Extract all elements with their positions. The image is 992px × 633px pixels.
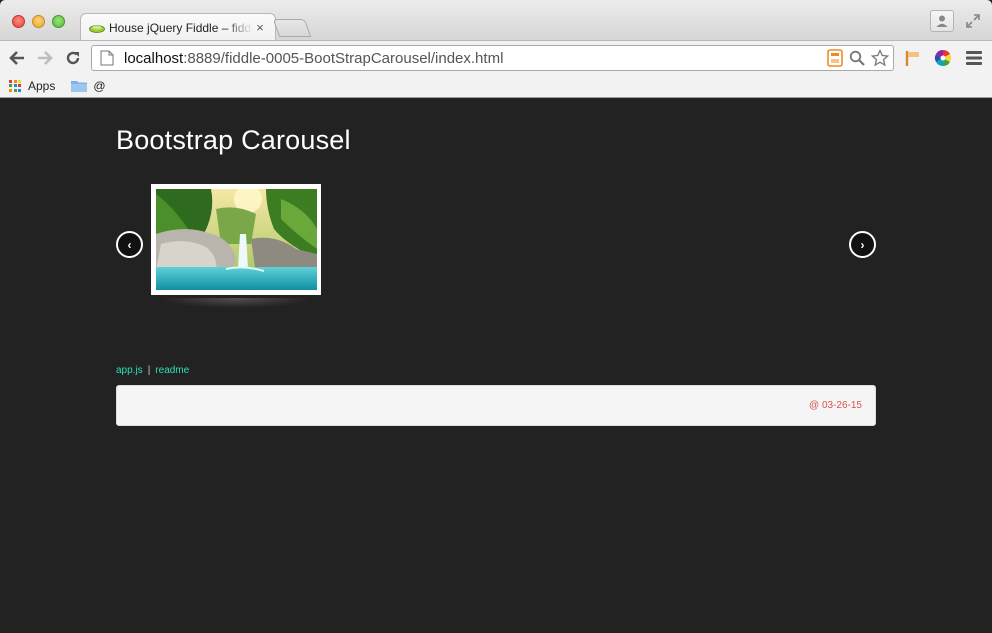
browser-toolbar: localhost:8889/fiddle-0005-BootStrapCaro…: [0, 40, 992, 74]
address-bar[interactable]: localhost:8889/fiddle-0005-BootStrapCaro…: [91, 45, 894, 71]
bookmark-apps-label: Apps: [28, 78, 56, 93]
bookmark-folder-label: @: [93, 78, 106, 93]
carousel-prev-button[interactable]: ‹: [116, 231, 143, 258]
search-icon[interactable]: [849, 50, 865, 66]
slide-shadow: [160, 298, 312, 308]
menu-hamburger-icon[interactable]: [963, 47, 985, 69]
carousel-next-button[interactable]: ›: [849, 231, 876, 258]
house-jquery-favicon-icon: [89, 20, 105, 36]
profile-button[interactable]: [930, 10, 954, 32]
bookmarks-bar: Apps @: [0, 74, 992, 98]
flag-extension-icon[interactable]: [902, 47, 924, 69]
back-arrow-icon[interactable]: [6, 47, 28, 69]
info-bar: @ 03-26-15: [116, 385, 876, 426]
fullscreen-icon[interactable]: [964, 12, 982, 30]
waterfall-photo: [156, 185, 317, 290]
readme-link[interactable]: readme: [155, 365, 189, 376]
file-links: app.js | readme: [116, 365, 189, 376]
new-tab-button[interactable]: [272, 19, 312, 37]
window-minimize-button[interactable]: [32, 15, 45, 28]
tab-close-icon[interactable]: ×: [253, 20, 267, 35]
tab-title: House jQuery Fiddle – fiddle-0005-BootSt…: [109, 20, 253, 35]
page-title: Bootstrap Carousel: [116, 125, 351, 155]
app-js-link[interactable]: app.js: [116, 365, 143, 376]
window-maximize-button[interactable]: [52, 15, 65, 28]
folder-icon: [71, 80, 88, 92]
bookmark-folder-at[interactable]: @: [71, 78, 106, 93]
browser-titlebar: House jQuery Fiddle – fiddle-0005-BootSt…: [0, 0, 992, 41]
window-close-button[interactable]: [12, 15, 25, 28]
link-separator: |: [147, 365, 151, 376]
footer-date: @ 03-26-15: [809, 400, 862, 411]
browser-tab[interactable]: House jQuery Fiddle – fiddle-0005-BootSt…: [80, 13, 276, 41]
url-path: :8889/fiddle-0005-BootStrapCarousel/inde…: [183, 49, 504, 67]
url-host: localhost: [124, 49, 184, 67]
forward-arrow-icon[interactable]: [34, 47, 56, 69]
apps-grid-icon: [9, 79, 21, 92]
person-icon: [936, 15, 948, 27]
color-wheel-extension-icon[interactable]: [932, 47, 954, 69]
reload-icon[interactable]: [62, 47, 84, 69]
calculator-extension-icon[interactable]: [827, 49, 843, 67]
page-content: Bootstrap Carousel ‹ › app.js | readme @…: [0, 98, 992, 633]
carousel-slide: [151, 184, 321, 295]
bookmark-apps[interactable]: Apps: [9, 79, 55, 93]
bookmark-star-icon[interactable]: [871, 49, 889, 67]
page-icon: [100, 50, 114, 66]
